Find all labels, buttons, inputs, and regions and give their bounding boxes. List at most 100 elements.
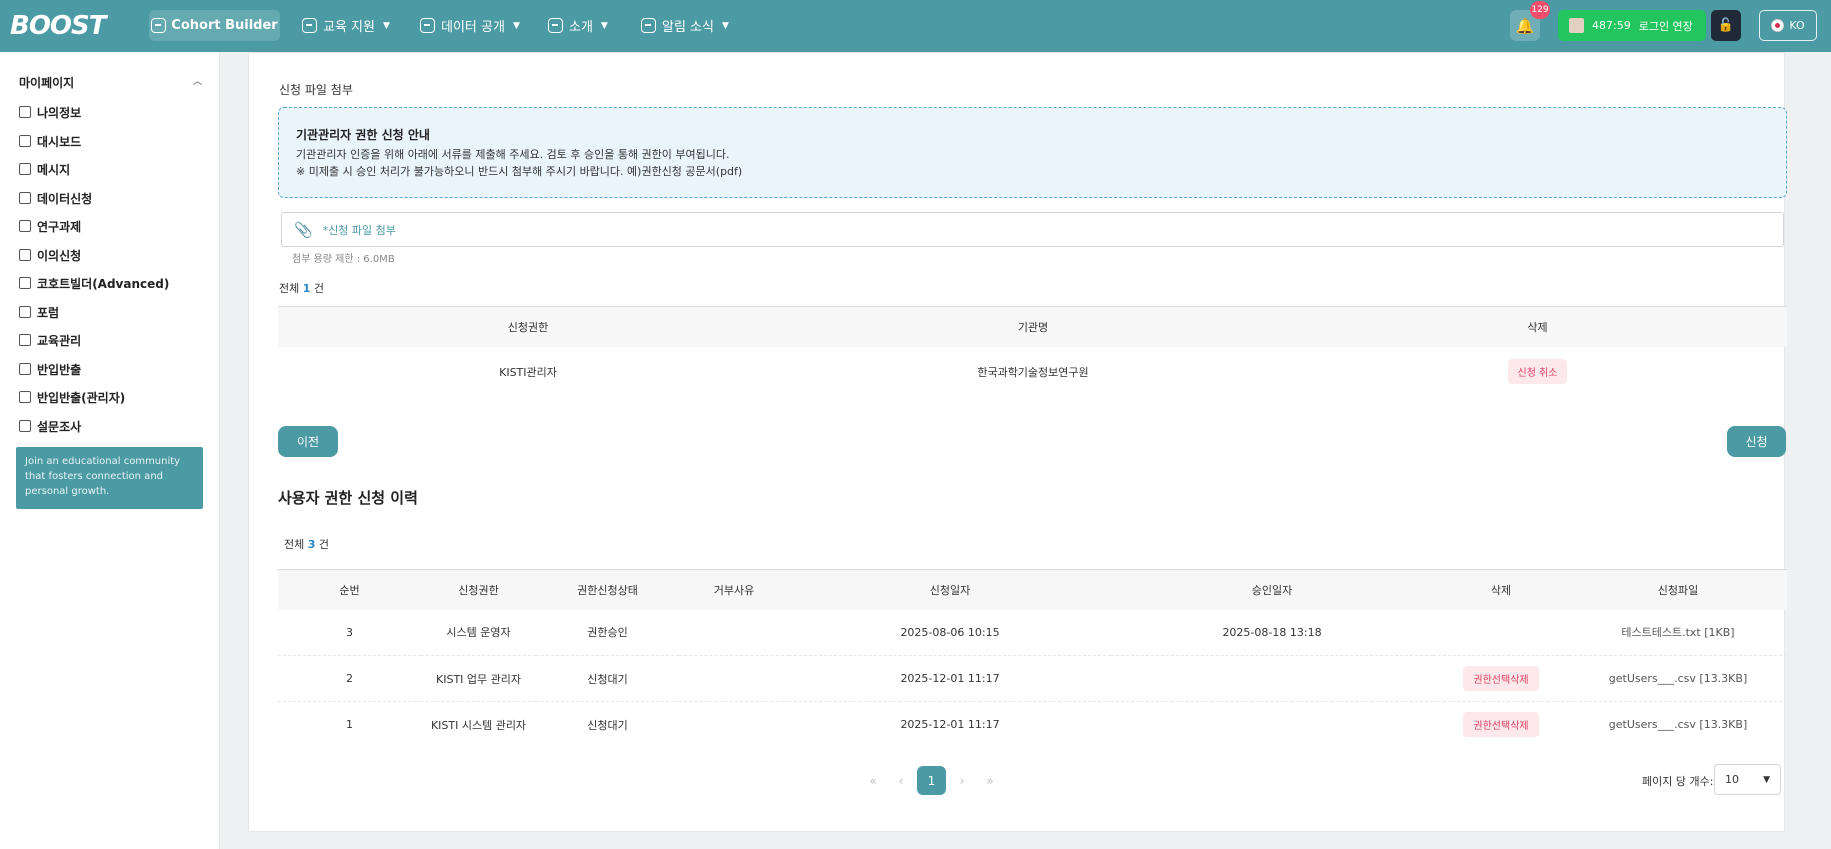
chevron-down-icon: ▼ xyxy=(721,20,729,31)
last-page-icon[interactable]: » xyxy=(976,774,1004,788)
column-header: 승인일자 xyxy=(1111,569,1433,610)
layers-icon xyxy=(19,334,31,346)
cancel-request-button[interactable]: 신청 취소 xyxy=(1507,359,1568,384)
history-table: 순번 신청권한 권한신청상태 거부사유 신청일자 승인일자 삭제 신청파일 3 … xyxy=(278,569,1787,748)
cell-approved: 2025-08-18 13:18 xyxy=(1111,609,1433,656)
sidebar-item-message[interactable]: 메시지 xyxy=(19,159,70,179)
sidebar-item-import-export[interactable]: 반입반출 xyxy=(19,359,81,379)
notice-line-1: 기관관리자 인증을 위해 아래에 서류를 제출해 주세요. 검토 후 승인을 통… xyxy=(296,148,730,161)
cell-role: KISTI 시스템 관리자 xyxy=(430,718,527,732)
top-navigation-bar: BOOST Cohort Builder 교육 지원 ▼ 데이터 공개 ▼ 소개… xyxy=(0,0,1831,52)
nav-about[interactable]: 소개 ▼ xyxy=(548,10,608,41)
nav-news[interactable]: 알림 소식 ▼ xyxy=(641,10,729,41)
prev-button[interactable]: 이전 xyxy=(278,426,338,457)
paperclip-icon: 📎 xyxy=(294,220,313,239)
sidebar-item-research[interactable]: 연구과제 xyxy=(19,216,81,236)
file-download-link[interactable]: 테스트테스트.txt [1KB] xyxy=(1621,626,1734,639)
prev-page-icon[interactable]: ‹ xyxy=(887,774,915,788)
nav-label: 소개 xyxy=(569,20,593,35)
nav-data-public[interactable]: 데이터 공개 ▼ xyxy=(420,10,520,41)
cell-no: 3 xyxy=(278,609,421,656)
language-button[interactable]: KO xyxy=(1759,10,1817,41)
delete-permission-button[interactable]: 권한선택삭제 xyxy=(1463,712,1539,738)
admin-request-notice: 기관관리자 권한 신청 안내 기관관리자 인증을 위해 아래에 서류를 제출해 … xyxy=(278,107,1787,198)
file-attach-placeholder: *신청 파일 첨부 xyxy=(322,223,396,237)
chevron-down-icon: ▼ xyxy=(1763,774,1770,785)
sidebar-item-import-export-admin[interactable]: 반입반출(관리자) xyxy=(19,387,125,407)
column-header: 권한신청상태 xyxy=(536,569,679,610)
sidebar-item-label: 연구과제 xyxy=(37,219,82,234)
cell-status: 신청대기 xyxy=(587,718,628,732)
nav-label: 교육 지원 xyxy=(323,20,375,35)
layers-icon xyxy=(19,106,31,118)
bell-icon: 🔔 xyxy=(1515,16,1535,35)
cohort-icon xyxy=(151,18,167,33)
table-row: 1 KISTI 시스템 관리자 신청대기 2025-12-01 11:17 권한… xyxy=(278,702,1787,748)
file-download-link[interactable]: getUsers___.csv [13.3KB] xyxy=(1609,718,1747,731)
chevron-down-icon: ▼ xyxy=(382,20,390,31)
cohort-builder-button[interactable]: Cohort Builder xyxy=(149,10,280,41)
count-suffix: 건 xyxy=(313,282,325,295)
cell-action xyxy=(1433,609,1569,656)
nav-label: 데이터 공개 xyxy=(441,20,505,35)
per-page-label: 페이지 당 개수: xyxy=(1642,775,1714,788)
nav-education-support[interactable]: 교육 지원 ▼ xyxy=(302,10,390,41)
sidebar-item-objection[interactable]: 이의신청 xyxy=(19,245,81,265)
sidebar-item-label: 메시지 xyxy=(37,162,71,177)
cell-reason xyxy=(679,702,789,748)
count-prefix: 전체 xyxy=(284,538,305,551)
sidebar-item-label: 설문조사 xyxy=(37,419,82,434)
next-page-icon[interactable]: › xyxy=(948,774,976,788)
sidebar-item-dashboard[interactable]: 대시보드 xyxy=(19,131,81,151)
file-attach-section-label: 신청 파일 첨부 xyxy=(279,83,353,97)
cohort-builder-label: Cohort Builder xyxy=(171,18,278,33)
cell-reason xyxy=(679,655,789,702)
submit-button[interactable]: 신청 xyxy=(1727,426,1786,457)
delete-permission-button[interactable]: 권한선택삭제 xyxy=(1463,666,1539,691)
sidebar-item-survey[interactable]: 설문조사 xyxy=(19,416,81,436)
notification-count-badge: 129 xyxy=(1530,1,1550,19)
language-label: KO xyxy=(1789,19,1805,32)
cell-role: KISTI관리자 xyxy=(499,365,557,379)
cell-role: KISTI 업무 관리자 xyxy=(421,655,536,702)
sidebar-item-my-info[interactable]: 나의정보 xyxy=(19,102,81,122)
sidebar-item-education[interactable]: 교육관리 xyxy=(19,330,81,350)
cell-file: 테스트테스트.txt [1KB] xyxy=(1569,609,1787,656)
list-icon xyxy=(19,192,31,204)
first-page-icon[interactable]: « xyxy=(859,774,887,788)
page-button-current[interactable]: 1 xyxy=(917,766,946,795)
file-attach-input[interactable]: 📎 *신청 파일 첨부 xyxy=(281,212,1784,247)
count-prefix: 전체 xyxy=(279,282,300,295)
history-title: 사용자 권한 신청 이력 xyxy=(278,489,418,507)
file-size-limit: 첨부 용량 제한 : 6.0MB xyxy=(292,254,395,265)
column-header: 거부사유 xyxy=(679,569,789,610)
column-header: 삭제 xyxy=(1288,306,1787,347)
column-header: 신청권한 xyxy=(278,306,778,347)
sidebar-item-label: 교육관리 xyxy=(37,333,82,348)
main-content: 신청 파일 첨부 기관관리자 권한 신청 안내 기관관리자 인증을 위해 아래에… xyxy=(248,52,1787,832)
layers-icon xyxy=(19,306,31,318)
layers-icon xyxy=(19,420,31,432)
sidebar-mypage-header[interactable]: 마이페이지 ︿ xyxy=(19,74,202,91)
sidebar-title: 마이페이지 xyxy=(19,76,75,90)
sidebar-item-cohort-advanced[interactable]: 코호트빌더(Advanced) xyxy=(19,273,169,293)
cell-no: 1 xyxy=(346,718,353,732)
cell-requested: 2025-12-01 11:17 xyxy=(789,655,1111,702)
sidebar-item-label: 반입반출 xyxy=(37,362,82,377)
login-extend-button[interactable]: 487:59 로그인 연장 xyxy=(1558,10,1706,41)
unlock-button[interactable]: 🔓 xyxy=(1711,10,1741,41)
file-download-link[interactable]: getUsers___.csv [13.3KB] xyxy=(1609,672,1747,685)
table-row: 3 시스템 운영자 권한승인 2025-08-06 10:15 2025-08-… xyxy=(278,609,1787,656)
sidebar-item-forum[interactable]: 포럼 xyxy=(19,302,59,322)
news-icon xyxy=(641,18,656,33)
sidebar-item-data-request[interactable]: 데이터신청 xyxy=(19,188,92,208)
request-table: 신청권한 기관명 삭제 KISTI관리자 한국과학기술정보연구원 신청 취소 xyxy=(278,306,1787,397)
pagination: « ‹ 1 › » xyxy=(859,766,1004,795)
count-number: 1 xyxy=(302,282,311,295)
per-page-select[interactable]: 10 ▼ xyxy=(1714,764,1781,795)
document-icon xyxy=(19,163,31,175)
cell-requested: 2025-12-01 11:17 xyxy=(900,718,1000,732)
boost-logo[interactable]: BOOST xyxy=(10,12,106,40)
sidebar-item-label: 이의신청 xyxy=(37,248,82,263)
cell-action: 권한선택삭제 xyxy=(1433,702,1569,748)
